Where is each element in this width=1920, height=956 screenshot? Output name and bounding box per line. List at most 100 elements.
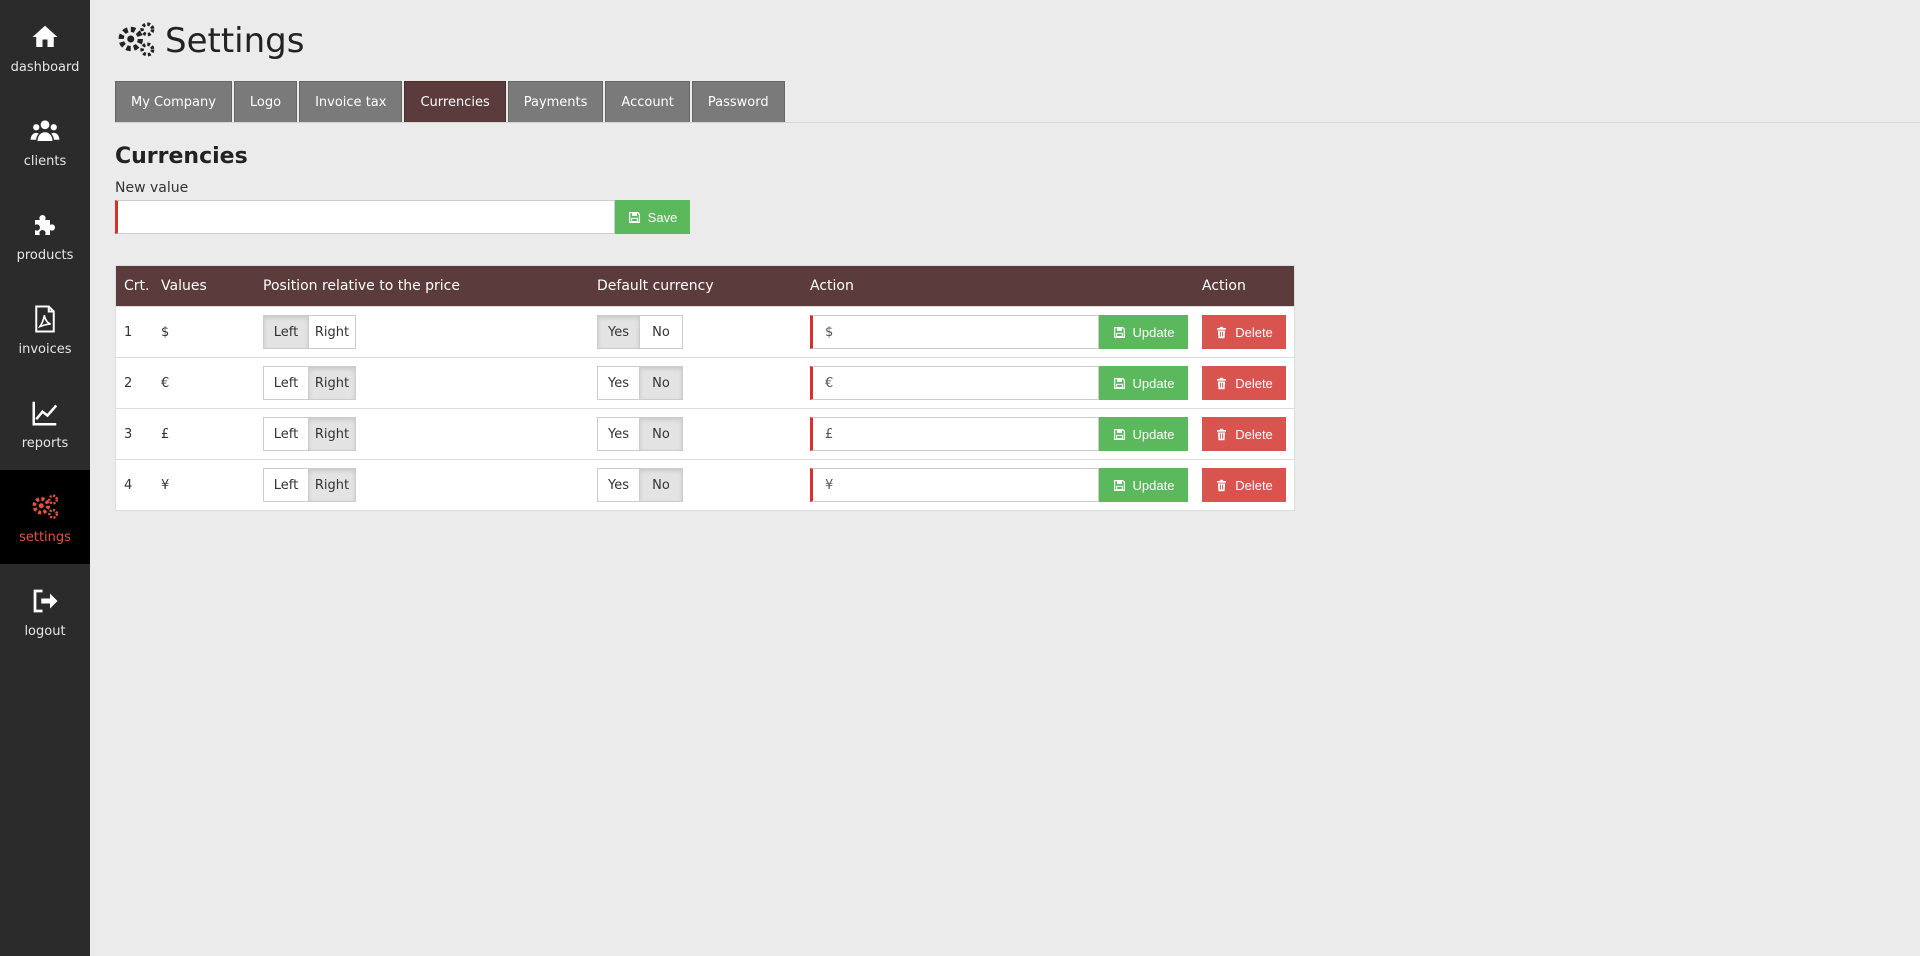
table-row: 2 € Left Right Yes No € Update Delete — [116, 357, 1294, 408]
tab-password[interactable]: Password — [691, 81, 785, 123]
sidebar-item-settings[interactable]: settings — [0, 470, 90, 564]
sidebar-item-label: invoices — [18, 341, 72, 357]
sidebar-item-label: clients — [23, 153, 67, 169]
currency-value-input[interactable]: $ — [810, 315, 1099, 349]
line-chart-icon — [28, 396, 62, 430]
position-right-button[interactable]: Right — [309, 468, 356, 502]
position-toggle: Left Right — [263, 468, 356, 502]
sidebar-item-label: dashboard — [10, 59, 80, 75]
delete-button[interactable]: Delete — [1202, 315, 1286, 349]
currency-value-input[interactable]: ¥ — [810, 468, 1099, 502]
position-right-button[interactable]: Right — [309, 315, 356, 349]
settings-tabs: My Company Logo Invoice tax Currencies P… — [115, 81, 787, 123]
position-left-button[interactable]: Left — [263, 417, 309, 451]
sidebar-item-label: logout — [24, 623, 66, 639]
default-currency-toggle: Yes No — [597, 417, 683, 451]
tab-account[interactable]: Account — [605, 81, 690, 123]
column-header: Action — [1202, 278, 1246, 294]
update-button[interactable]: Update — [1099, 315, 1188, 349]
page-header: Settings — [115, 18, 304, 64]
tab-invoice-tax[interactable]: Invoice tax — [299, 81, 403, 123]
position-left-button[interactable]: Left — [263, 366, 309, 400]
tab-my-company[interactable]: My Company — [115, 81, 232, 123]
column-header: Values — [161, 278, 207, 294]
update-button-label: Update — [1132, 375, 1175, 391]
crt-cell: 3 — [124, 426, 133, 442]
trash-icon — [1217, 377, 1227, 389]
value-cell: ¥ — [161, 477, 170, 493]
sidebar: dashboard clients products invoices repo… — [0, 0, 90, 956]
default-yes-button[interactable]: Yes — [597, 468, 640, 502]
trash-icon — [1217, 479, 1227, 491]
position-right-button[interactable]: Right — [309, 417, 356, 451]
default-currency-toggle: Yes No — [597, 468, 683, 502]
column-header: Default currency — [597, 278, 714, 294]
position-left-button[interactable]: Left — [263, 315, 309, 349]
position-left-button[interactable]: Left — [263, 468, 309, 502]
update-button-label: Update — [1132, 477, 1175, 493]
default-currency-toggle: Yes No — [597, 366, 683, 400]
floppy-disk-icon — [1113, 377, 1125, 389]
value-cell: £ — [161, 426, 170, 442]
table-row: 4 ¥ Left Right Yes No ¥ Update Delete — [116, 459, 1294, 510]
crt-cell: 2 — [124, 375, 133, 391]
crt-cell: 1 — [124, 324, 133, 340]
currency-value-input[interactable]: € — [810, 366, 1099, 400]
delete-button-label: Delete — [1235, 426, 1273, 442]
currencies-table: Crt. Values Position relative to the pri… — [115, 265, 1295, 511]
delete-button-label: Delete — [1235, 324, 1273, 340]
floppy-disk-icon — [1113, 428, 1125, 440]
default-no-button[interactable]: No — [640, 468, 683, 502]
position-toggle: Left Right — [263, 315, 356, 349]
update-button-label: Update — [1132, 324, 1175, 340]
table-header: Crt. Values Position relative to the pri… — [116, 266, 1294, 306]
sidebar-item-dashboard[interactable]: dashboard — [0, 0, 90, 94]
update-button[interactable]: Update — [1099, 366, 1188, 400]
save-button-label: Save — [647, 209, 678, 225]
new-value-label: New value — [115, 180, 189, 196]
save-button[interactable]: Save — [615, 200, 690, 234]
crt-cell: 4 — [124, 477, 133, 493]
tab-currencies[interactable]: Currencies — [404, 81, 506, 123]
position-toggle: Left Right — [263, 366, 356, 400]
tab-logo[interactable]: Logo — [233, 81, 298, 123]
trash-icon — [1217, 326, 1227, 338]
update-button-label: Update — [1132, 426, 1175, 442]
sidebar-item-logout[interactable]: logout — [0, 564, 90, 658]
sidebar-item-invoices[interactable]: invoices — [0, 282, 90, 376]
sidebar-item-reports[interactable]: reports — [0, 376, 90, 470]
pdf-file-icon — [28, 302, 62, 336]
delete-button[interactable]: Delete — [1202, 366, 1286, 400]
default-no-button[interactable]: No — [640, 366, 683, 400]
default-no-button[interactable]: No — [640, 417, 683, 451]
delete-button-label: Delete — [1235, 477, 1273, 493]
sidebar-item-clients[interactable]: clients — [0, 94, 90, 188]
default-yes-button[interactable]: Yes — [597, 366, 640, 400]
default-yes-button[interactable]: Yes — [597, 417, 640, 451]
sidebar-item-products[interactable]: products — [0, 188, 90, 282]
position-right-button[interactable]: Right — [309, 366, 356, 400]
column-header: Action — [810, 278, 854, 294]
update-button[interactable]: Update — [1099, 417, 1188, 451]
section-title: Currencies — [115, 144, 248, 169]
sidebar-item-label: reports — [21, 435, 69, 451]
default-yes-button[interactable]: Yes — [597, 315, 640, 349]
table-body: 1 $ Left Right Yes No $ Update Delete 2 € Left Right… — [116, 306, 1294, 510]
gears-icon — [115, 18, 157, 64]
delete-button[interactable]: Delete — [1202, 417, 1286, 451]
update-button[interactable]: Update — [1099, 468, 1188, 502]
sidebar-item-label: settings — [19, 529, 71, 545]
gears-icon — [28, 490, 62, 524]
floppy-disk-icon — [1113, 479, 1125, 491]
table-row: 1 $ Left Right Yes No $ Update Delete — [116, 306, 1294, 357]
new-value-input[interactable] — [115, 200, 615, 234]
value-cell: € — [161, 375, 170, 391]
delete-button[interactable]: Delete — [1202, 468, 1286, 502]
floppy-disk-icon — [1113, 326, 1125, 338]
default-no-button[interactable]: No — [640, 315, 683, 349]
currency-value-input[interactable]: £ — [810, 417, 1099, 451]
table-row: 3 £ Left Right Yes No £ Update Delete — [116, 408, 1294, 459]
tab-payments[interactable]: Payments — [507, 81, 604, 123]
value-cell: $ — [161, 324, 170, 340]
puzzle-icon — [28, 208, 62, 242]
